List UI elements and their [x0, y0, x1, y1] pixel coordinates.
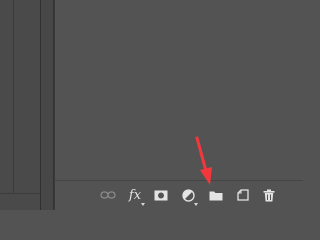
link-icon — [100, 191, 116, 199]
layers-list — [55, 0, 303, 180]
trash-icon — [263, 189, 275, 201]
layers-footer-toolbar: fx — [55, 180, 303, 210]
fx-icon: fx — [128, 187, 142, 203]
mask-icon — [154, 190, 168, 200]
dropdown-corner-icon — [194, 203, 198, 206]
add-layer-style-button[interactable]: fx — [125, 186, 145, 206]
dropdown-corner-icon — [141, 203, 145, 206]
canvas-divider-horizontal — [0, 193, 40, 194]
folder-icon — [209, 191, 223, 200]
adjustment-half-circle-icon — [181, 188, 195, 202]
new-layer-page-icon — [237, 189, 249, 201]
add-layer-mask-button[interactable] — [151, 186, 171, 204]
new-group-button[interactable] — [206, 186, 226, 204]
new-layer-button[interactable] — [233, 186, 253, 204]
delete-layer-button[interactable] — [259, 186, 279, 204]
new-adjustment-layer-button[interactable] — [178, 186, 198, 206]
canvas-divider-vertical — [13, 0, 14, 193]
panel-gutter — [40, 0, 54, 210]
layers-panel: fx — [54, 0, 303, 210]
link-layers-button[interactable] — [98, 186, 118, 204]
document-canvas-area — [0, 0, 40, 210]
